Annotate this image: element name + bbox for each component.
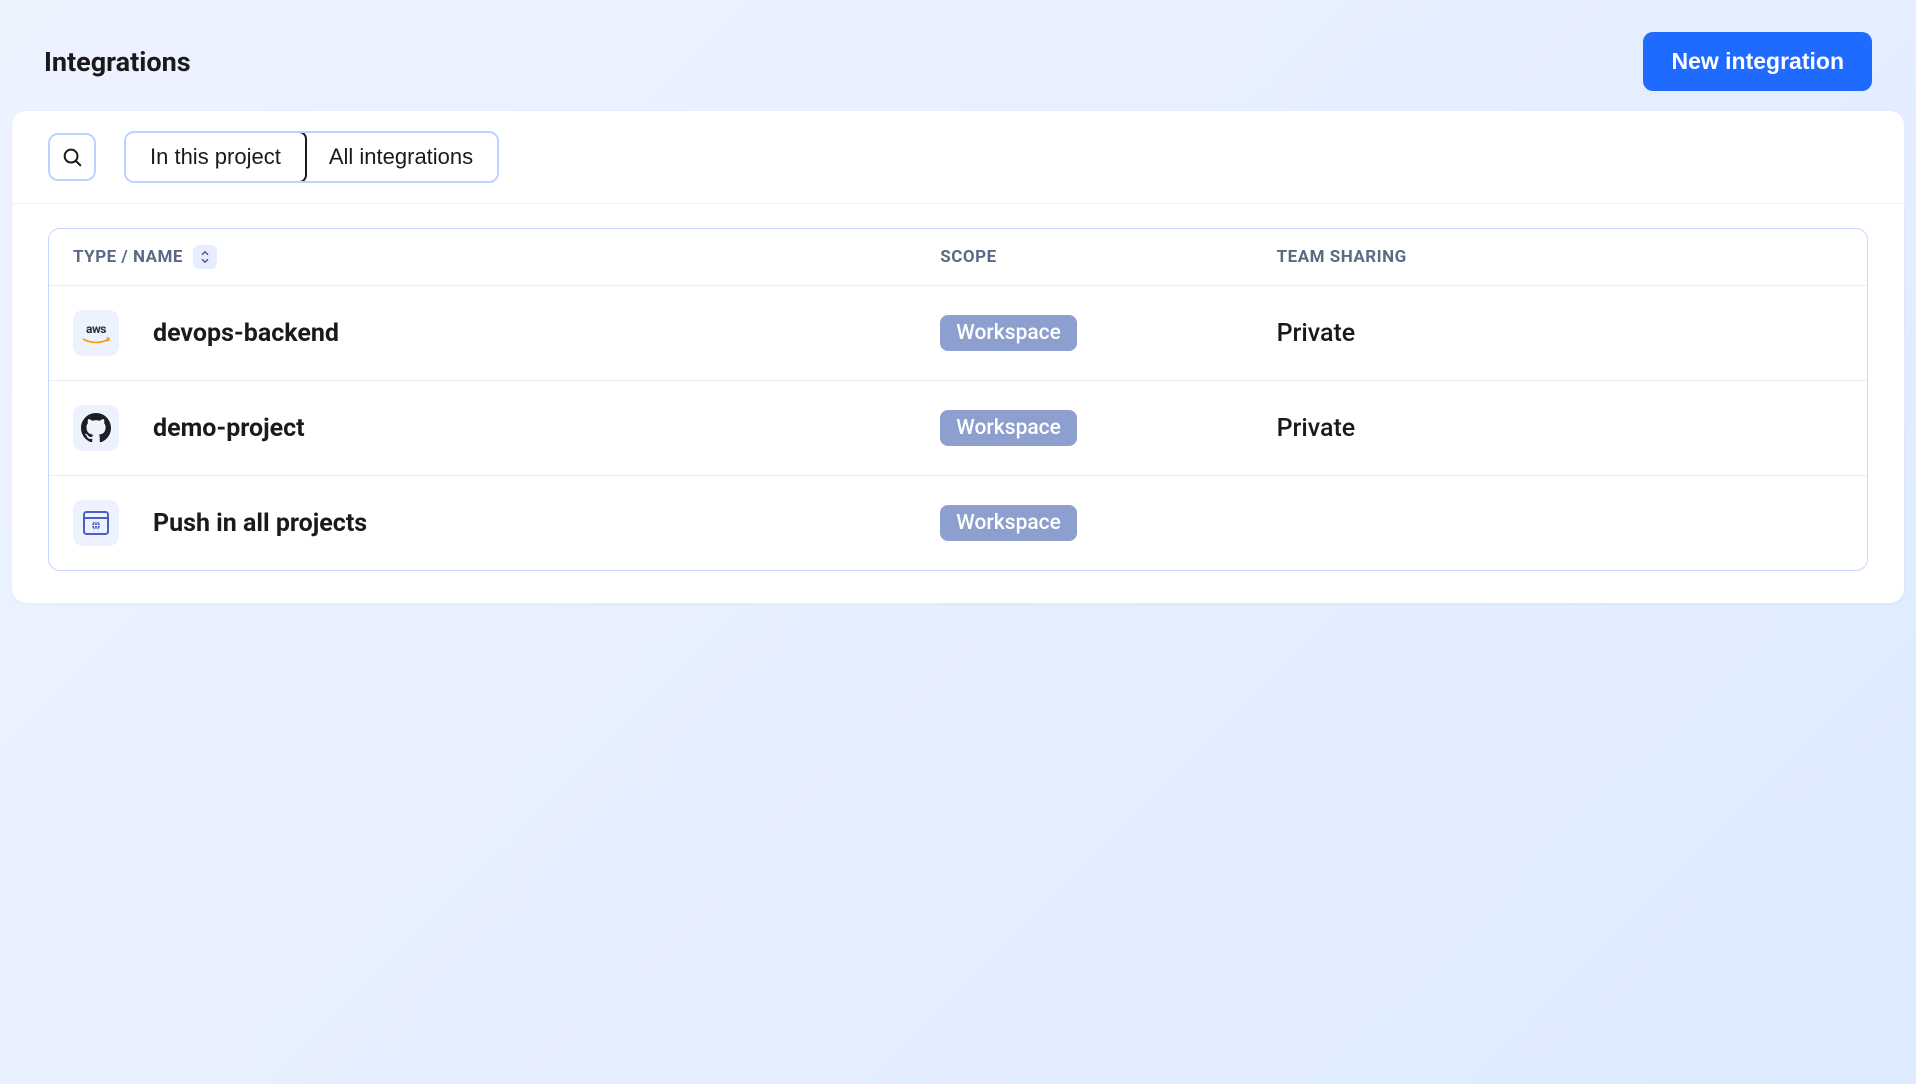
sort-icon [193,245,217,269]
new-integration-button[interactable]: New integration [1643,32,1872,91]
table-row[interactable]: aws devops-backend Workspace [49,286,1867,381]
tab-in-this-project[interactable]: In this project [124,131,307,183]
page-title: Integrations [44,46,191,78]
column-header-scope-label: SCOPE [940,247,996,267]
integrations-card: In this project All integrations TYPE / … [12,111,1904,603]
column-header-scope[interactable]: SCOPE [940,247,1276,267]
row-type-name: demo-project [73,405,940,451]
table-header: TYPE / NAME SCOPE TEAM SHARING [49,229,1867,286]
column-header-type-name-label: TYPE / NAME [73,247,183,267]
row-type-name: Push in all projects [73,500,940,546]
tab-all-integrations[interactable]: All integrations [305,133,497,181]
column-header-team-sharing[interactable]: TEAM SHARING [1277,247,1843,267]
integrations-table: TYPE / NAME SCOPE TEAM SHARING [48,228,1868,571]
scope-badge: Workspace [940,410,1077,446]
row-type-name: aws devops-backend [73,310,940,356]
scope-badge: Workspace [940,505,1077,541]
column-header-team-sharing-label: TEAM SHARING [1277,247,1407,267]
aws-icon: aws [73,310,119,356]
page-header: Integrations New integration [8,8,1908,111]
integration-name: Push in all projects [153,509,367,538]
row-team-sharing: Private [1277,414,1843,443]
column-header-type-name[interactable]: TYPE / NAME [73,245,940,269]
integration-name: demo-project [153,414,305,443]
integration-name: devops-backend [153,319,339,348]
table-row[interactable]: Push in all projects Workspace [49,476,1867,570]
toolbar: In this project All integrations [12,111,1904,204]
row-scope: Workspace [940,410,1276,446]
row-team-sharing: Private [1277,319,1843,348]
scope-badge: Workspace [940,315,1077,351]
table-wrap: TYPE / NAME SCOPE TEAM SHARING [12,204,1904,603]
tabs-group: In this project All integrations [124,131,499,183]
search-icon [61,146,83,168]
table-row[interactable]: demo-project Workspace Private [49,381,1867,476]
row-scope: Workspace [940,315,1276,351]
search-button[interactable] [48,133,96,181]
team-sharing-value: Private [1277,319,1356,348]
row-scope: Workspace [940,505,1276,541]
browser-icon [73,500,119,546]
team-sharing-value: Private [1277,414,1356,443]
github-icon [73,405,119,451]
integrations-page: Integrations New integration In this pro… [8,8,1908,603]
